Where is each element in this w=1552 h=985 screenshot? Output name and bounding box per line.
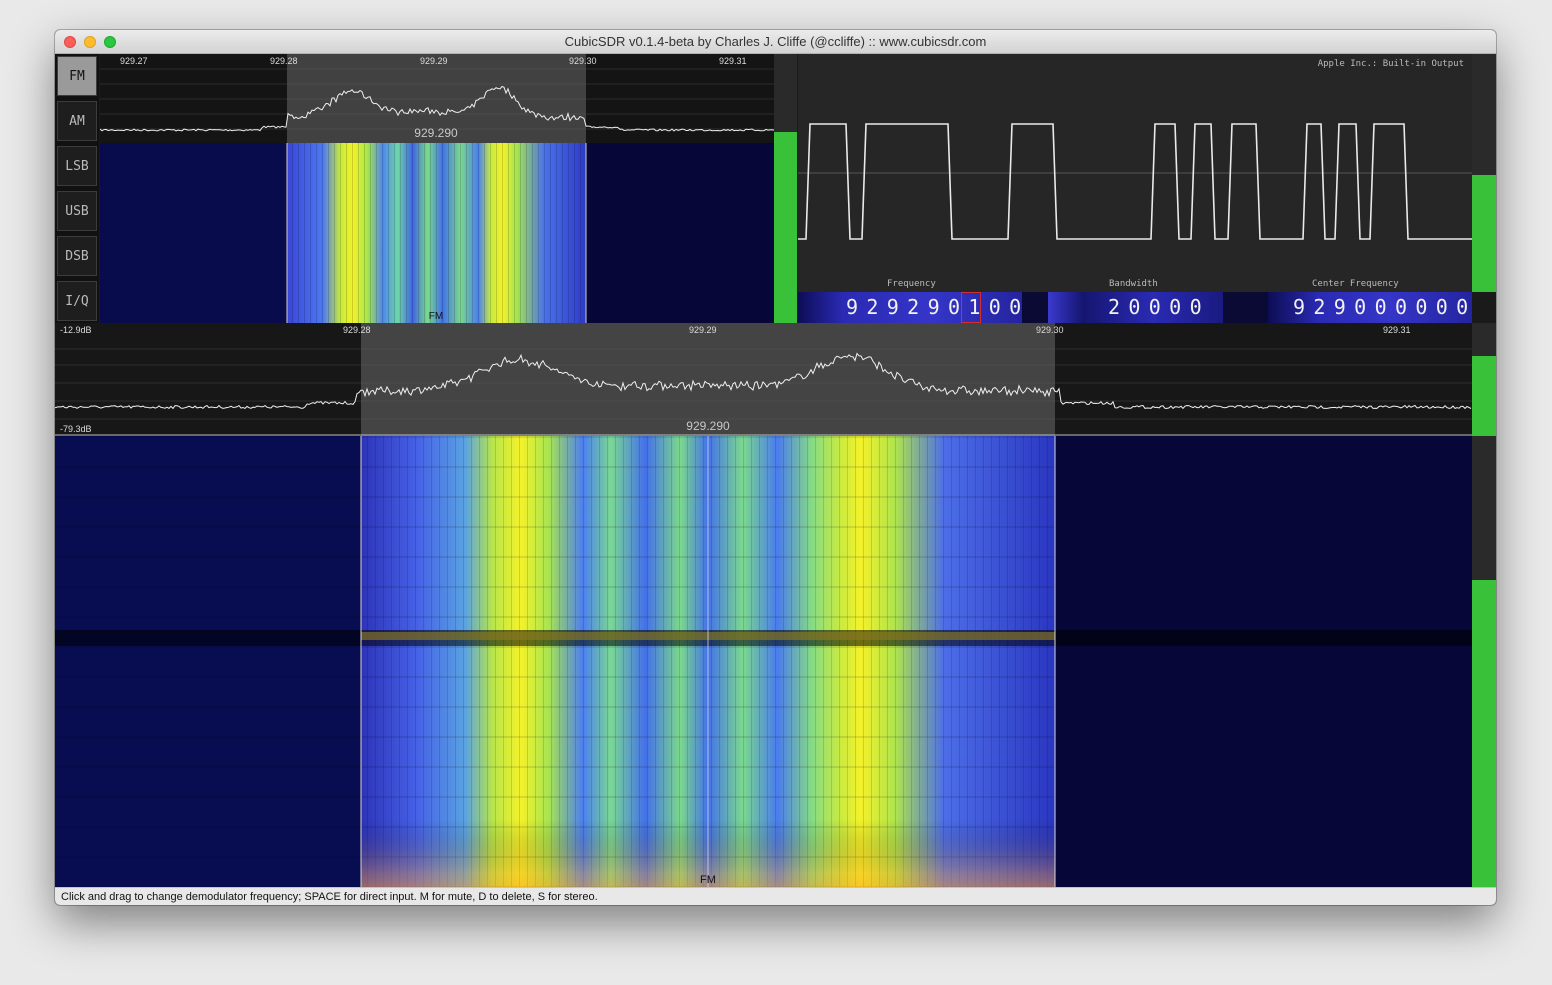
frequency-digit[interactable]: 9: [842, 292, 862, 323]
db-top-label: -12.9dB: [60, 325, 92, 335]
mode-fm-button[interactable]: FM: [57, 56, 97, 96]
title-bar: CubicSDR v0.1.4-beta by Charles J. Cliff…: [55, 30, 1496, 54]
frequency-digit[interactable]: 2: [862, 292, 882, 323]
main-spectrum[interactable]: -12.9dB -79.3dB 929.28 929.29 929.30 929…: [55, 323, 1472, 436]
frequency-caption: Frequency: [887, 279, 936, 289]
close-window-button[interactable]: [64, 36, 76, 48]
audio-level-fill: [1472, 175, 1496, 292]
spectrum-level-fill: [1472, 355, 1496, 436]
demod-tick-label: 929.30: [569, 56, 597, 66]
mode-lsb-label: LSB: [65, 158, 89, 174]
mode-dsb-label: DSB: [65, 248, 89, 264]
status-text: Click and drag to change demodulator fre…: [61, 891, 598, 903]
main-tick-label: 929.29: [689, 325, 717, 335]
demod-tick-label: 929.27: [120, 56, 148, 66]
waterfall-speed-fill: [1472, 580, 1496, 887]
center-frequency-digit[interactable]: 9: [1330, 292, 1350, 323]
mode-am-button[interactable]: AM: [57, 101, 97, 141]
mode-usb-label: USB: [65, 203, 89, 219]
main-center-label: 929.290: [686, 419, 730, 433]
audio-device-label: Apple Inc.: Built-in Output: [1317, 59, 1464, 69]
main-waterfall-mode-label: FM: [700, 874, 716, 886]
frequency-digit[interactable]: 0: [944, 292, 964, 323]
bandwidth-digit[interactable]: 0: [1124, 292, 1144, 323]
mode-usb-button[interactable]: USB: [57, 191, 97, 231]
main-waterfall[interactable]: FM: [55, 436, 1472, 887]
frequency-digit[interactable]: 9: [883, 292, 903, 323]
status-bar: Click and drag to change demodulator fre…: [55, 887, 1496, 905]
waterfall-speed-meter[interactable]: [1472, 436, 1496, 887]
bandwidth-digit[interactable]: 0: [1186, 292, 1206, 323]
center-frequency-digit[interactable]: 2: [1309, 292, 1329, 323]
bandwidth-digit[interactable]: 0: [1165, 292, 1185, 323]
main-tick-label: 929.30: [1036, 325, 1064, 335]
demod-spectrum[interactable]: 929.27 929.28 929.29 929.30 929.31 929.2…: [100, 54, 774, 143]
center-frequency-digit[interactable]: 9: [1289, 292, 1309, 323]
center-frequency-digit[interactable]: 0: [1350, 292, 1370, 323]
mode-iq-button[interactable]: I/Q: [57, 281, 97, 321]
bandwidth-caption: Bandwidth: [1109, 279, 1158, 289]
zoom-window-button[interactable]: [104, 36, 116, 48]
center-frequency-digit[interactable]: 0: [1432, 292, 1452, 323]
center-frequency-digit[interactable]: 0: [1452, 292, 1472, 323]
spectrum-level-meter[interactable]: [1472, 323, 1496, 436]
audio-waveform: [798, 123, 1472, 240]
frequency-digit[interactable]: 2: [903, 292, 923, 323]
mode-iq-label: I/Q: [65, 293, 89, 309]
center-frequency-digit[interactable]: 0: [1391, 292, 1411, 323]
window-title: CubicSDR v0.1.4-beta by Charles J. Cliff…: [564, 34, 987, 49]
app-window: CubicSDR v0.1.4-beta by Charles J. Cliff…: [55, 30, 1496, 905]
audio-level-meter[interactable]: [1472, 54, 1496, 292]
frequency-digit[interactable]: 9: [924, 292, 944, 323]
demod-waterfall[interactable]: FM: [100, 143, 774, 323]
mode-dsb-button[interactable]: DSB: [57, 236, 97, 276]
mode-fm-label: FM: [69, 68, 85, 84]
main-tick-label: 929.28: [343, 325, 371, 335]
demod-level-fill: [774, 132, 797, 323]
center-frequency-digit[interactable]: 0: [1411, 292, 1431, 323]
mode-lsb-button[interactable]: LSB: [57, 146, 97, 186]
demod-center-label: 929.290: [414, 126, 458, 140]
mode-am-label: AM: [69, 113, 85, 129]
audio-scope: Apple Inc.: Built-in Output Frequency Ba…: [798, 54, 1472, 292]
demod-tick-label: 929.28: [270, 56, 298, 66]
center-frequency-caption: Center Frequency: [1312, 279, 1399, 289]
bandwidth-digit[interactable]: 2: [1104, 292, 1124, 323]
bandwidth-digit[interactable]: 0: [1145, 292, 1165, 323]
main-tick-label: 929.31: [1383, 325, 1411, 335]
demod-tick-label: 929.29: [420, 56, 448, 66]
gain-control[interactable]: [1472, 292, 1496, 323]
center-frequency-digit[interactable]: 0: [1371, 292, 1391, 323]
mode-selector: FM AM LSB USB DSB I/Q: [55, 54, 99, 323]
frequency-digit[interactable]: 1: [964, 292, 984, 323]
demod-level-meter[interactable]: [774, 54, 797, 323]
demod-waterfall-mode-label: FM: [429, 311, 443, 322]
frequency-digit[interactable]: 0: [985, 292, 1005, 323]
demod-tick-label: 929.31: [719, 56, 747, 66]
minimize-window-button[interactable]: [84, 36, 96, 48]
db-bottom-label: -79.3dB: [60, 424, 92, 434]
tuning-digits: 92929010020000929000000: [798, 292, 1472, 323]
frequency-digit[interactable]: 0: [1005, 292, 1025, 323]
